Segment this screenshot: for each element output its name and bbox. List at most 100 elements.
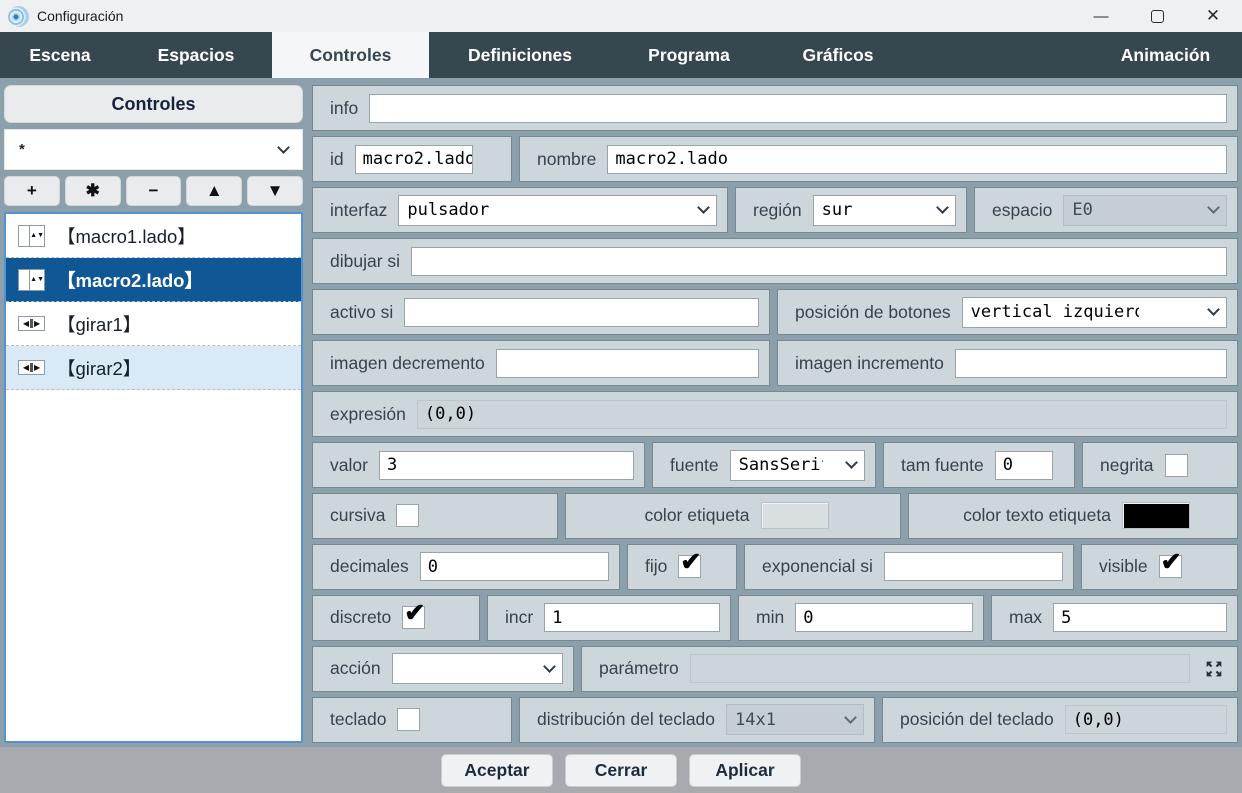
imagen-incremento-input[interactable]: [955, 349, 1227, 378]
controls-toolbar: + ✱ − ▲ ▼: [4, 176, 303, 206]
expand-editor-button[interactable]: [1201, 656, 1227, 682]
fuente-label: fuente: [670, 455, 719, 476]
posicion-botones-select[interactable]: vertical izquierda: [962, 297, 1227, 328]
info-input[interactable]: [369, 94, 1227, 123]
accept-button[interactable]: Aceptar: [441, 754, 553, 787]
decimales-input[interactable]: 0: [420, 552, 609, 581]
tab-programa[interactable]: Programa: [611, 32, 767, 78]
teclado-label: teclado: [330, 709, 386, 730]
chevron-down-icon: [844, 711, 857, 724]
distribucion-teclado-label: distribución del teclado: [537, 709, 715, 730]
tab-bar: Escena Espacios Controles Definiciones P…: [0, 32, 1242, 78]
move-up-button[interactable]: ▲: [186, 176, 242, 206]
list-item-label: 【macro2.lado】: [57, 267, 203, 293]
duplicate-control-button[interactable]: ✱: [65, 176, 121, 206]
maximize-button[interactable]: [1148, 7, 1166, 25]
region-label: región: [753, 200, 802, 221]
posicion-teclado-label: posición del teclado: [900, 709, 1054, 730]
remove-control-button[interactable]: −: [126, 176, 182, 206]
cursiva-checkbox[interactable]: [396, 504, 419, 527]
chevron-down-icon: [845, 456, 858, 469]
controls-panel-title: Controles: [4, 85, 303, 123]
add-control-button[interactable]: +: [4, 176, 60, 206]
negrita-checkbox[interactable]: [1165, 454, 1188, 477]
tab-escena[interactable]: Escena: [0, 32, 120, 78]
decimales-label: decimales: [330, 556, 409, 577]
close-dialog-button[interactable]: Cerrar: [565, 754, 677, 787]
apply-button[interactable]: Aplicar: [689, 754, 801, 787]
color-etiqueta-swatch[interactable]: [761, 502, 829, 529]
list-item-girar1[interactable]: ◀▶ 【girar1】: [6, 302, 301, 346]
maximize-icon: [1151, 10, 1164, 23]
min-input[interactable]: 0: [795, 603, 973, 632]
minimize-button[interactable]: —: [1092, 7, 1110, 25]
slider-control-icon: ◀▶: [18, 360, 45, 375]
accion-label: acción: [330, 658, 381, 679]
visible-checkbox[interactable]: [1159, 555, 1182, 578]
cursiva-label: cursiva: [330, 505, 385, 526]
teclado-checkbox[interactable]: [397, 708, 420, 731]
exponencial-si-input[interactable]: [884, 552, 1063, 581]
list-item-macro2[interactable]: ▲▼ 【macro2.lado】: [6, 258, 301, 302]
window-title: Configuración: [37, 8, 123, 24]
exponencial-si-label: exponencial si: [762, 556, 873, 577]
spinner-control-icon: ▲▼: [18, 225, 45, 247]
list-item-girar2[interactable]: ◀▶ 【girar2】: [6, 346, 301, 390]
id-label: id: [330, 149, 344, 170]
discreto-checkbox[interactable]: [402, 606, 425, 629]
id-input[interactable]: macro2.lado: [355, 145, 473, 174]
espacio-select[interactable]: E0: [1063, 195, 1227, 226]
posicion-botones-label: posición de botones: [795, 302, 951, 323]
interfaz-select[interactable]: pulsador: [398, 195, 717, 226]
discreto-label: discreto: [330, 607, 391, 628]
info-label: info: [330, 98, 358, 119]
espacio-label: espacio: [992, 200, 1052, 221]
tab-controles[interactable]: Controles: [272, 32, 429, 78]
imagen-decremento-label: imagen decremento: [330, 353, 485, 374]
list-item-label: 【macro1.lado】: [57, 223, 196, 249]
max-input[interactable]: 5: [1053, 603, 1227, 632]
chevron-down-icon: [1207, 303, 1220, 316]
fijo-label: fijo: [645, 556, 667, 577]
tam-fuente-input[interactable]: 0: [995, 451, 1053, 480]
chevron-down-icon: [936, 201, 949, 214]
title-bar: Configuración — ✕: [0, 0, 1242, 32]
visible-label: visible: [1099, 556, 1148, 577]
close-button[interactable]: ✕: [1204, 7, 1222, 25]
controls-filter-select[interactable]: *: [4, 129, 303, 170]
list-item-macro1[interactable]: ▲▼ 【macro1.lado】: [6, 214, 301, 258]
imagen-decremento-input[interactable]: [496, 349, 759, 378]
chevron-down-icon: [697, 201, 710, 214]
valor-input[interactable]: 3: [379, 451, 634, 480]
expand-icon: [1203, 658, 1225, 680]
nombre-input[interactable]: macro2.lado: [607, 145, 1227, 174]
max-label: max: [1009, 607, 1042, 628]
tab-espacios[interactable]: Espacios: [120, 32, 272, 78]
region-select[interactable]: sur: [813, 195, 956, 226]
move-down-button[interactable]: ▼: [247, 176, 303, 206]
posicion-teclado-input: (0,0): [1065, 705, 1227, 734]
activo-si-input[interactable]: [404, 298, 759, 327]
incr-input[interactable]: 1: [544, 603, 720, 632]
tab-graficos[interactable]: Gráficos: [767, 32, 909, 78]
color-texto-etiqueta-swatch[interactable]: [1122, 502, 1190, 529]
fijo-checkbox[interactable]: [678, 555, 701, 578]
chevron-down-icon: [277, 141, 290, 154]
tab-animacion[interactable]: Animación: [1107, 32, 1242, 78]
color-texto-etiqueta-label: color texto etiqueta: [963, 505, 1111, 526]
parametro-input: [690, 654, 1190, 683]
tab-definiciones[interactable]: Definiciones: [429, 32, 611, 78]
slider-control-icon: ◀▶: [18, 316, 45, 331]
controls-list: ▲▼ 【macro1.lado】 ▲▼ 【macro2.lado】 ◀▶ 【gi…: [4, 212, 303, 743]
dibujar-si-label: dibujar si: [330, 251, 400, 272]
control-config-form: info id macro2.lado nombre macro2.lado i…: [312, 85, 1238, 743]
controls-filter-value: *: [19, 141, 25, 158]
distribucion-teclado-select[interactable]: 14x1: [726, 704, 864, 735]
fuente-select[interactable]: SansSerif: [730, 450, 865, 481]
chevron-down-icon: [543, 660, 556, 673]
accion-select[interactable]: [392, 653, 563, 684]
negrita-label: negrita: [1100, 455, 1154, 476]
tam-fuente-label: tam fuente: [901, 455, 984, 476]
dibujar-si-input[interactable]: [411, 247, 1227, 276]
valor-label: valor: [330, 455, 368, 476]
